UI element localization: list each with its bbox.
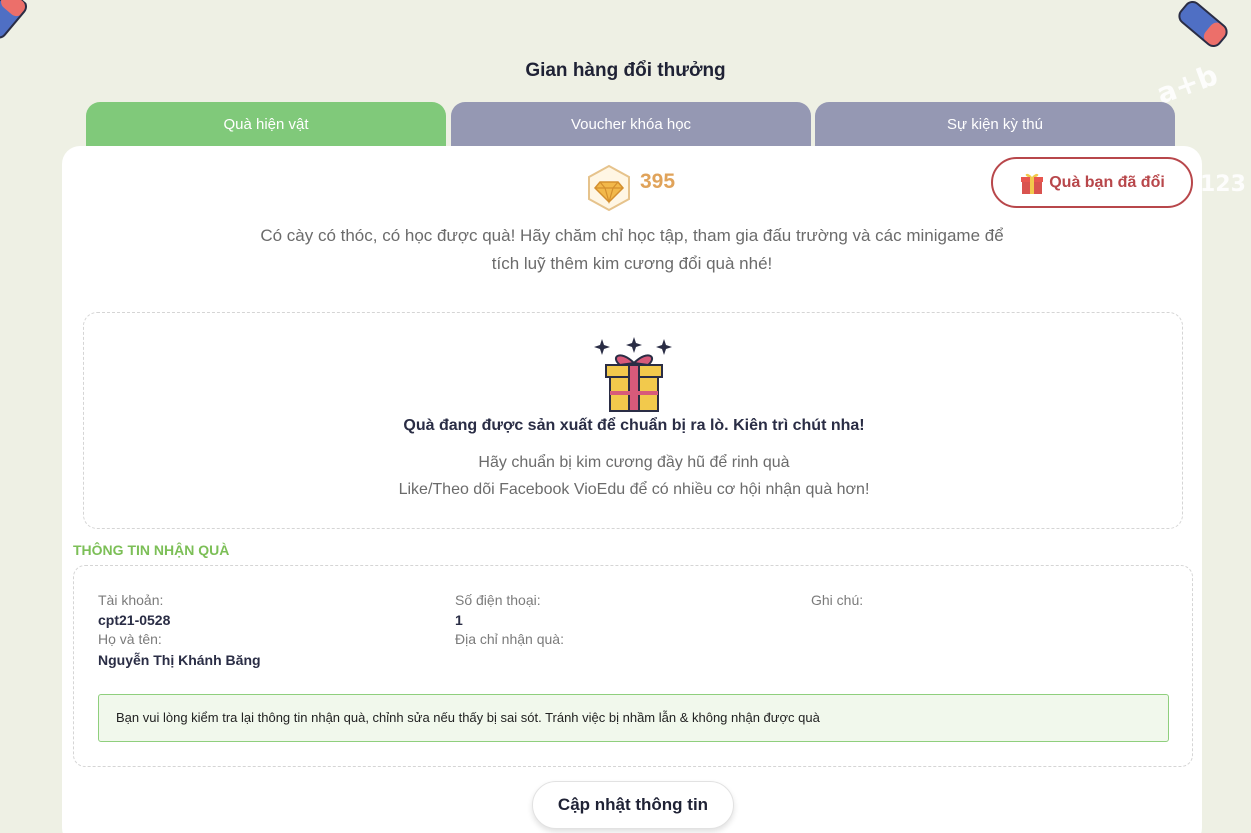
update-info-button[interactable]: Cập nhật thông tin <box>532 781 734 829</box>
gift-box-illustration-icon <box>594 337 672 412</box>
address-label: Địa chỉ nhận quà: <box>455 631 564 647</box>
empty-state-title: Quà đang được sản xuất để chuẩn bị ra lò… <box>403 417 865 434</box>
phone-label: Số điện thoại: <box>455 592 541 608</box>
diamond-icon <box>588 164 630 212</box>
tab-physical-gifts[interactable]: Quà hiện vật <box>86 102 446 152</box>
diamond-balance: 395 <box>640 170 676 193</box>
recipient-section-title: THÔNG TIN NHẬN QUÀ <box>73 542 230 558</box>
page-title: Gian hàng đổi thưởng <box>525 60 726 81</box>
redeemed-gifts-button[interactable]: Quà bạn đã đổi <box>991 157 1193 208</box>
note-label: Ghi chú: <box>811 592 864 608</box>
intro-line-1: Có cày có thóc, có học được quà! Hãy chă… <box>260 226 1004 245</box>
tab-course-vouchers[interactable]: Voucher khóa học <box>451 102 811 152</box>
account-value: cpt21-0528 <box>98 612 171 628</box>
recipient-info-box: Tài khoản: cpt21-0528 Họ và tên: Nguyễn … <box>73 565 1193 767</box>
reward-tabs: Quà hiện vật Voucher khóa học Sự kiện kỳ… <box>86 102 1176 152</box>
fullname-label: Họ và tên: <box>98 631 162 647</box>
verify-info-notice: Bạn vui lòng kiểm tra lại thông tin nhận… <box>98 694 1169 742</box>
intro-text: Có cày có thóc, có học được quà! Hãy chă… <box>232 222 1032 278</box>
number-doodle: 123 <box>1200 172 1246 197</box>
empty-state-line-1: Hãy chuẩn bị kim cương đầy hũ để rinh qu… <box>478 454 790 471</box>
empty-state-line-2: Like/Theo dõi Facebook VioEdu để có nhiề… <box>398 481 870 498</box>
account-label: Tài khoản: <box>98 592 164 608</box>
eraser-decoration-icon <box>1178 1 1228 47</box>
intro-line-2: tích luỹ thêm kim cương đổi quà nhé! <box>491 254 773 273</box>
empty-gift-state: Quà đang được sản xuất để chuẩn bị ra lò… <box>83 312 1183 529</box>
eraser-decoration-icon <box>0 0 27 39</box>
gift-icon <box>1021 173 1044 194</box>
fullname-value: Nguyễn Thị Khánh Băng <box>98 652 261 668</box>
reward-panel: 395 Quà bạn đã đổi Có cày có thóc, có họ… <box>62 146 1202 833</box>
redeemed-gifts-label: Quà bạn đã đổi <box>1049 173 1165 191</box>
phone-value: 1 <box>455 612 463 628</box>
tab-special-events[interactable]: Sự kiện kỳ thú <box>815 102 1175 152</box>
